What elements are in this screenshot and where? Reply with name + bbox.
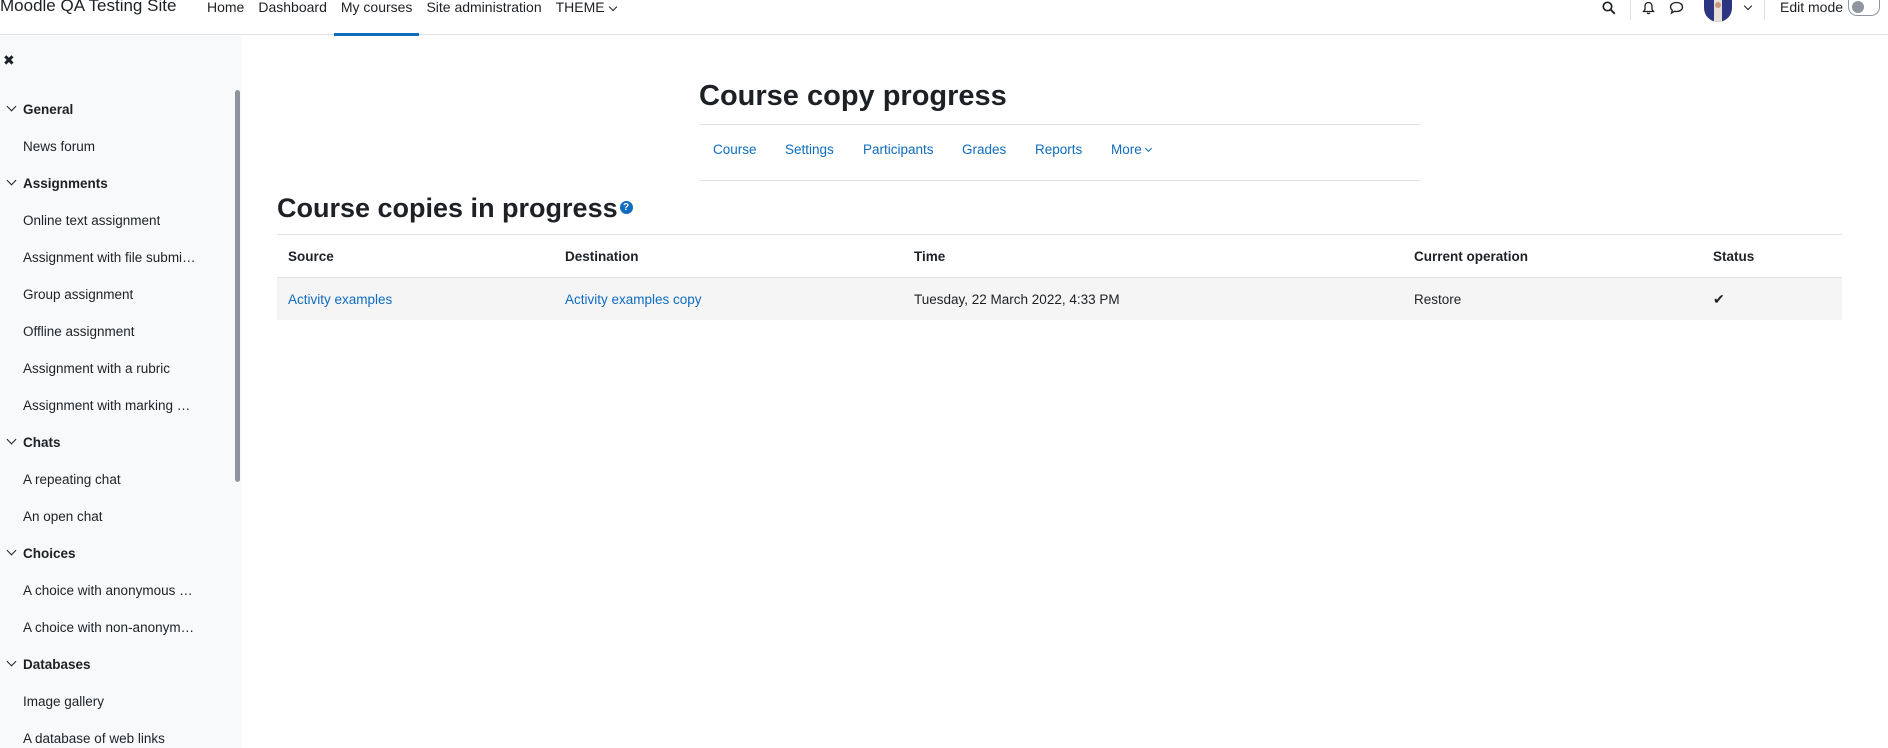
section-label: Databases [23, 657, 91, 672]
section-label: Assignments [23, 176, 108, 191]
section-label: Chats [23, 435, 61, 450]
course-copies-table: Source Destination Time Current operatio… [277, 234, 1842, 321]
course-index-item[interactable]: Online text assignment [0, 203, 230, 240]
course-secondary-navigation: Course Settings Participants Grades Repo… [699, 124, 1420, 181]
close-drawer-button[interactable]: ✖ [3, 52, 15, 69]
nav-home[interactable]: Home [200, 0, 251, 35]
status-cell: ✔ [1702, 277, 1842, 321]
navbar-divider [1630, 0, 1631, 20]
item-label: A database of web links [23, 731, 165, 746]
item-label: Assignment with a rubric [23, 361, 171, 376]
navbar-divider [1764, 0, 1765, 20]
tab-course[interactable]: Course [713, 142, 757, 157]
course-index-section-assignments[interactable]: Assignments [0, 166, 230, 203]
course-index-item[interactable]: A database of web links [0, 721, 230, 748]
column-header-current-operation: Current operation [1403, 234, 1702, 278]
item-label: A choice with anonymous … [23, 583, 193, 598]
destination-course-link[interactable]: Activity examples copy [565, 292, 702, 307]
page-title: Course copy progress [699, 80, 1007, 112]
chevron-down-icon [608, 2, 617, 12]
nav-site-administration[interactable]: Site administration [419, 0, 548, 35]
tab-participants[interactable]: Participants [863, 142, 934, 157]
course-index-item[interactable]: News forum [0, 129, 230, 166]
item-label: Offline assignment [23, 324, 135, 339]
course-index-section-general[interactable]: General [0, 92, 230, 129]
edit-mode-toggle[interactable] [1848, 0, 1880, 16]
item-label: Assignment with marking … [23, 398, 191, 413]
section-label: Choices [23, 546, 76, 561]
course-index-item[interactable]: An open chat [0, 499, 230, 536]
course-index-section-choices[interactable]: Choices [0, 536, 230, 573]
tab-reports[interactable]: Reports [1035, 142, 1082, 157]
check-icon: ✔ [1713, 290, 1725, 307]
column-header-source: Source [277, 234, 554, 278]
chevron-down-icon[interactable] [6, 656, 17, 667]
course-index: General News forum Assignments Online text … [0, 92, 230, 748]
column-header-destination: Destination [554, 234, 903, 278]
site-name[interactable]: Moodle QA Testing Site [0, 0, 176, 16]
course-index-item[interactable]: Offline assignment [0, 314, 230, 351]
notifications-button[interactable] [1639, 0, 1657, 16]
nav-theme-dropdown[interactable]: THEME [549, 0, 623, 35]
course-index-item[interactable]: A choice with non-anonym… [0, 610, 230, 647]
course-index-section-chats[interactable]: Chats [0, 425, 230, 462]
course-index-drawer: ✖ General News forum Assignments Online tex… [0, 36, 242, 748]
edit-mode-label: Edit mode [1780, 0, 1844, 15]
table-row: Activity examples Activity examples copy… [277, 277, 1842, 321]
item-label: Image gallery [23, 694, 105, 709]
nav-my-courses[interactable]: My courses [333, 0, 420, 36]
chevron-down-icon[interactable] [6, 545, 17, 556]
time-cell: Tuesday, 22 March 2022, 4:33 PM [903, 277, 1403, 321]
item-label: An open chat [23, 509, 103, 524]
tab-grades[interactable]: Grades [962, 142, 1006, 157]
close-icon: ✖ [3, 52, 15, 68]
source-course-link[interactable]: Activity examples [288, 292, 392, 307]
chat-bubble-icon [1669, 1, 1683, 15]
drawer-scrollbar[interactable] [235, 90, 240, 482]
top-navbar: Moodle QA Testing Site Home Dashboard My… [0, 0, 1888, 36]
chevron-down-icon[interactable] [6, 101, 17, 112]
chevron-down-icon[interactable] [6, 175, 17, 186]
page-header: Course copy progress [699, 80, 1420, 113]
item-label: Assignment with file submi… [23, 250, 196, 265]
course-index-item[interactable]: Assignment with a rubric [0, 351, 230, 388]
item-label: News forum [23, 139, 96, 154]
section-heading: Course copies in progress? [277, 193, 633, 224]
course-index-section-databases[interactable]: Databases [0, 647, 230, 684]
course-index-item[interactable]: A choice with anonymous … [0, 573, 230, 610]
item-label: A choice with non-anonym… [23, 620, 195, 635]
chevron-down-icon[interactable] [6, 434, 17, 445]
item-label: Online text assignment [23, 213, 161, 228]
nav-dashboard[interactable]: Dashboard [251, 0, 334, 35]
course-index-item[interactable]: Group assignment [0, 277, 230, 314]
table-header-row: Source Destination Time Current operatio… [277, 234, 1842, 278]
tab-settings[interactable]: Settings [785, 142, 834, 157]
tab-more[interactable]: More [1111, 142, 1152, 157]
messages-button[interactable] [1667, 0, 1685, 16]
question-circle-icon[interactable]: ? [619, 201, 633, 215]
course-index-item[interactable]: Assignment with file submi… [0, 240, 230, 277]
operation-cell: Restore [1403, 277, 1702, 321]
bell-icon [1641, 1, 1655, 15]
course-index-item[interactable]: Assignment with marking … [0, 388, 230, 425]
course-index-item[interactable]: A repeating chat [0, 462, 230, 499]
chevron-down-icon [1144, 144, 1152, 153]
chevron-down-icon[interactable] [1743, 1, 1753, 11]
search-button[interactable] [1600, 0, 1618, 16]
item-label: Group assignment [23, 287, 134, 302]
section-label: General [23, 102, 74, 117]
course-index-item[interactable]: Image gallery [0, 684, 230, 721]
column-header-time: Time [903, 234, 1403, 278]
item-label: A repeating chat [23, 472, 121, 487]
primary-navigation: Home Dashboard My courses Site administr… [200, 0, 623, 36]
column-header-status: Status [1702, 234, 1842, 278]
search-icon [1602, 1, 1616, 15]
avatar[interactable] [1704, 0, 1732, 22]
